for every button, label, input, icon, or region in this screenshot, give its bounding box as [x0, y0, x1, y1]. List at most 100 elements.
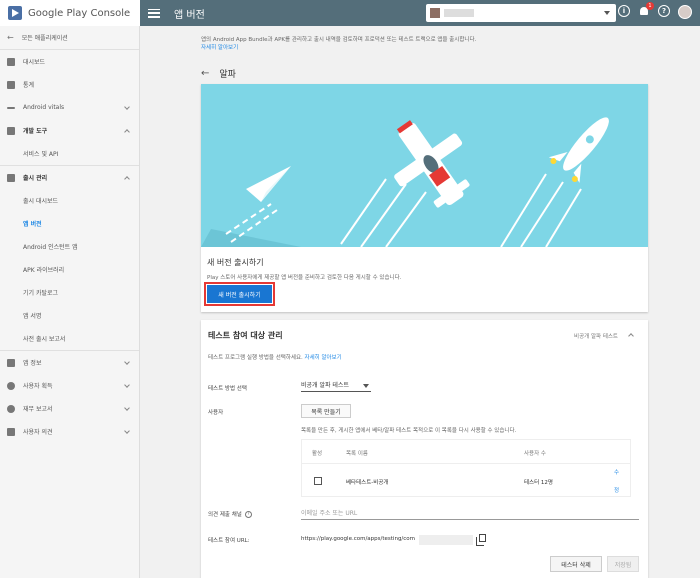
manage-testers-card: 테스트 참여 대상 관리 비공개 알파 테스트 테스트 프로그램 실행 방법을 …: [201, 320, 648, 578]
sidebar-item-label: APK 라이브러리: [23, 267, 65, 274]
notifications-bell-icon[interactable]: 1: [638, 2, 654, 17]
sidebar-item-android-vitals[interactable]: Android vitals: [0, 96, 139, 119]
top-icons: i 1 ?: [618, 2, 692, 19]
hero-illustration: [201, 84, 648, 247]
sidebar-item-label: 사용자 의견: [23, 429, 53, 436]
sidebar-item-label: 출시 관리: [23, 175, 48, 182]
hero-illustration-svg: [201, 117, 609, 247]
sidebar-item-label: 출시 대시보드: [23, 198, 59, 205]
app-name-redacted: [444, 9, 474, 17]
sidebar-item-app-releases[interactable]: 앱 버전: [0, 212, 139, 235]
delete-testers-button[interactable]: 테스터 삭제: [550, 556, 602, 572]
app-selector[interactable]: [426, 4, 616, 22]
help-icon[interactable]: ?: [658, 5, 670, 17]
list-active-checkbox[interactable]: [314, 477, 322, 485]
vitals-icon: [7, 106, 15, 109]
sidebar-item-services-api[interactable]: 서비스 및 API: [0, 142, 139, 165]
chevron-down-icon: [124, 382, 130, 388]
sidebar-item-release-management[interactable]: 출시 관리: [0, 166, 139, 189]
sidebar-item-app-signing[interactable]: 앱 서명: [0, 304, 139, 327]
stats-icon: [7, 80, 15, 89]
table-header: 활성 목록 이름 사용자 수: [302, 440, 630, 464]
feedback-channel-input[interactable]: 이메일 주소 또는 URL: [301, 506, 639, 520]
edit-link[interactable]: 수: [614, 468, 619, 476]
help-circle-icon[interactable]: ?: [244, 511, 252, 518]
app-thumbnail: [430, 8, 440, 18]
chevron-up-icon: [124, 176, 130, 182]
chevron-down-icon: [124, 104, 130, 110]
save-button: 저장됨: [607, 556, 639, 572]
edit-link-2[interactable]: 정: [614, 486, 619, 494]
sidebar-item-label: 개발 도구: [23, 128, 48, 135]
new-release-title: 새 버전 출시하기: [207, 258, 264, 267]
sidebar-item-label: 대시보드: [23, 59, 46, 66]
sidebar-item-stats[interactable]: 통계: [0, 73, 139, 96]
back-arrow-icon[interactable]: ←: [201, 68, 209, 79]
page-header: ← 알파: [201, 67, 648, 80]
url-redacted: [419, 535, 473, 545]
finance-icon: [7, 404, 15, 413]
intro-description: 앱의 Android App Bundle과 APK를 관리하고 출시 내역을 …: [201, 37, 477, 43]
testing-method-label: 테스트 방법 선택: [208, 386, 247, 392]
app-bar: 앱 버전 i 1 ?: [140, 0, 700, 26]
sidebar-item-apk-library[interactable]: APK 라이브러리: [0, 258, 139, 281]
appbar-title: 앱 버전: [174, 9, 205, 21]
avatar[interactable]: [678, 5, 692, 19]
sidebar-item-label: 통계: [23, 82, 35, 89]
sidebar-item-label: 사전 출시 보고서: [23, 336, 66, 343]
sidebar-item-user-acquisition[interactable]: 사용자 획득: [0, 374, 139, 397]
sidebar-item-dev-tools[interactable]: 개발 도구: [0, 119, 139, 142]
list-note: 목록을 만든 후, 게시한 앱에서 베타/알파 테스트 목적으로 이 목록을 다…: [301, 428, 517, 434]
info-icon[interactable]: i: [618, 5, 630, 17]
table-row: 베타테스트-비공개 테스터 12명 수 정: [302, 464, 630, 498]
intro-text: 앱의 Android App Bundle과 APK를 관리하고 출시 내역을 …: [201, 36, 648, 52]
testing-method-select[interactable]: 비공개 알파 테스트: [301, 380, 371, 392]
testers-learn-more-link[interactable]: 자세히 알아보기: [305, 355, 342, 361]
hamburger-menu-icon[interactable]: [148, 8, 160, 18]
user-count-cell: 테스터 12명: [524, 480, 553, 486]
notification-badge: 1: [646, 2, 654, 10]
sidebar-item-label: 서비스 및 API: [23, 151, 59, 158]
copy-icon[interactable]: [476, 534, 486, 546]
brand[interactable]: Google Play Console: [0, 0, 140, 26]
sidebar-item-release-dashboard[interactable]: 출시 대시보드: [0, 189, 139, 212]
sidebar-item-label: 재무 보고서: [23, 406, 53, 413]
dev-tools-icon: [7, 126, 15, 135]
dropdown-caret-icon: [363, 384, 369, 388]
testers-description: 테스트 프로그램 실행 방법을 선택하세요. 자세히 알아보기: [208, 353, 342, 361]
feedback-icon: [7, 427, 15, 436]
col-user-count: 사용자 수: [524, 451, 546, 457]
brand-name: Google Play Console: [28, 7, 131, 19]
sidebar-item-store-presence[interactable]: 앱 정보: [0, 351, 139, 374]
play-console-logo-icon: [8, 6, 22, 20]
sidebar-item-user-feedback[interactable]: 사용자 의견: [0, 420, 139, 443]
sidebar-item-dashboard[interactable]: 대시보드: [0, 50, 139, 73]
chevron-down-icon: [124, 359, 130, 365]
col-active: 활성: [312, 451, 323, 457]
create-release-button[interactable]: 새 버전 출시하기: [204, 282, 275, 306]
users-label: 사용자: [208, 410, 224, 416]
feedback-channel-label: 의견 제출 채널?: [208, 510, 252, 518]
main-content: 앱의 Android App Bundle과 APK를 관리하고 출시 내역을 …: [201, 26, 648, 578]
sidebar-item-financial-reports[interactable]: 재무 보고서: [0, 397, 139, 420]
testing-method-value: 비공개 알파 테스트: [301, 382, 349, 389]
opt-in-url[interactable]: https://play.google.com/apps/testing/com: [301, 536, 415, 542]
learn-more-link[interactable]: 자세히 알아보기: [201, 44, 648, 52]
sidebar-item-label: 기기 카탈로그: [23, 290, 59, 297]
dashboard-icon: [7, 57, 15, 66]
feedback-channel-label-text: 의견 제출 채널: [208, 512, 242, 518]
sidebar-item-label: Android 인스턴트 앱: [23, 244, 78, 251]
sidebar-item-pre-launch-report[interactable]: 사전 출시 보고서: [0, 327, 139, 350]
sidebar: ← 모든 애플리케이션 대시보드 통계 Android vitals 개발 도구…: [0, 26, 140, 578]
back-arrow-icon: ←: [7, 33, 14, 42]
sidebar-back-all-apps[interactable]: ← 모든 애플리케이션: [0, 26, 139, 49]
release-icon: [7, 173, 15, 182]
sidebar-item-instant-apps[interactable]: Android 인스턴트 앱: [0, 235, 139, 258]
sidebar-item-label: 앱 서명: [23, 313, 42, 320]
sidebar-item-device-catalog[interactable]: 기기 카탈로그: [0, 281, 139, 304]
create-list-button[interactable]: 목록 만들기: [301, 404, 351, 418]
col-list-name: 목록 이름: [346, 451, 368, 457]
collapse-chevron-icon[interactable]: [628, 333, 634, 339]
sidebar-item-label: 앱 정보: [23, 360, 42, 367]
new-release-description: Play 스토어 사용자에게 제공할 앱 버전을 준비하고 검토한 다음 게시할…: [207, 275, 402, 281]
